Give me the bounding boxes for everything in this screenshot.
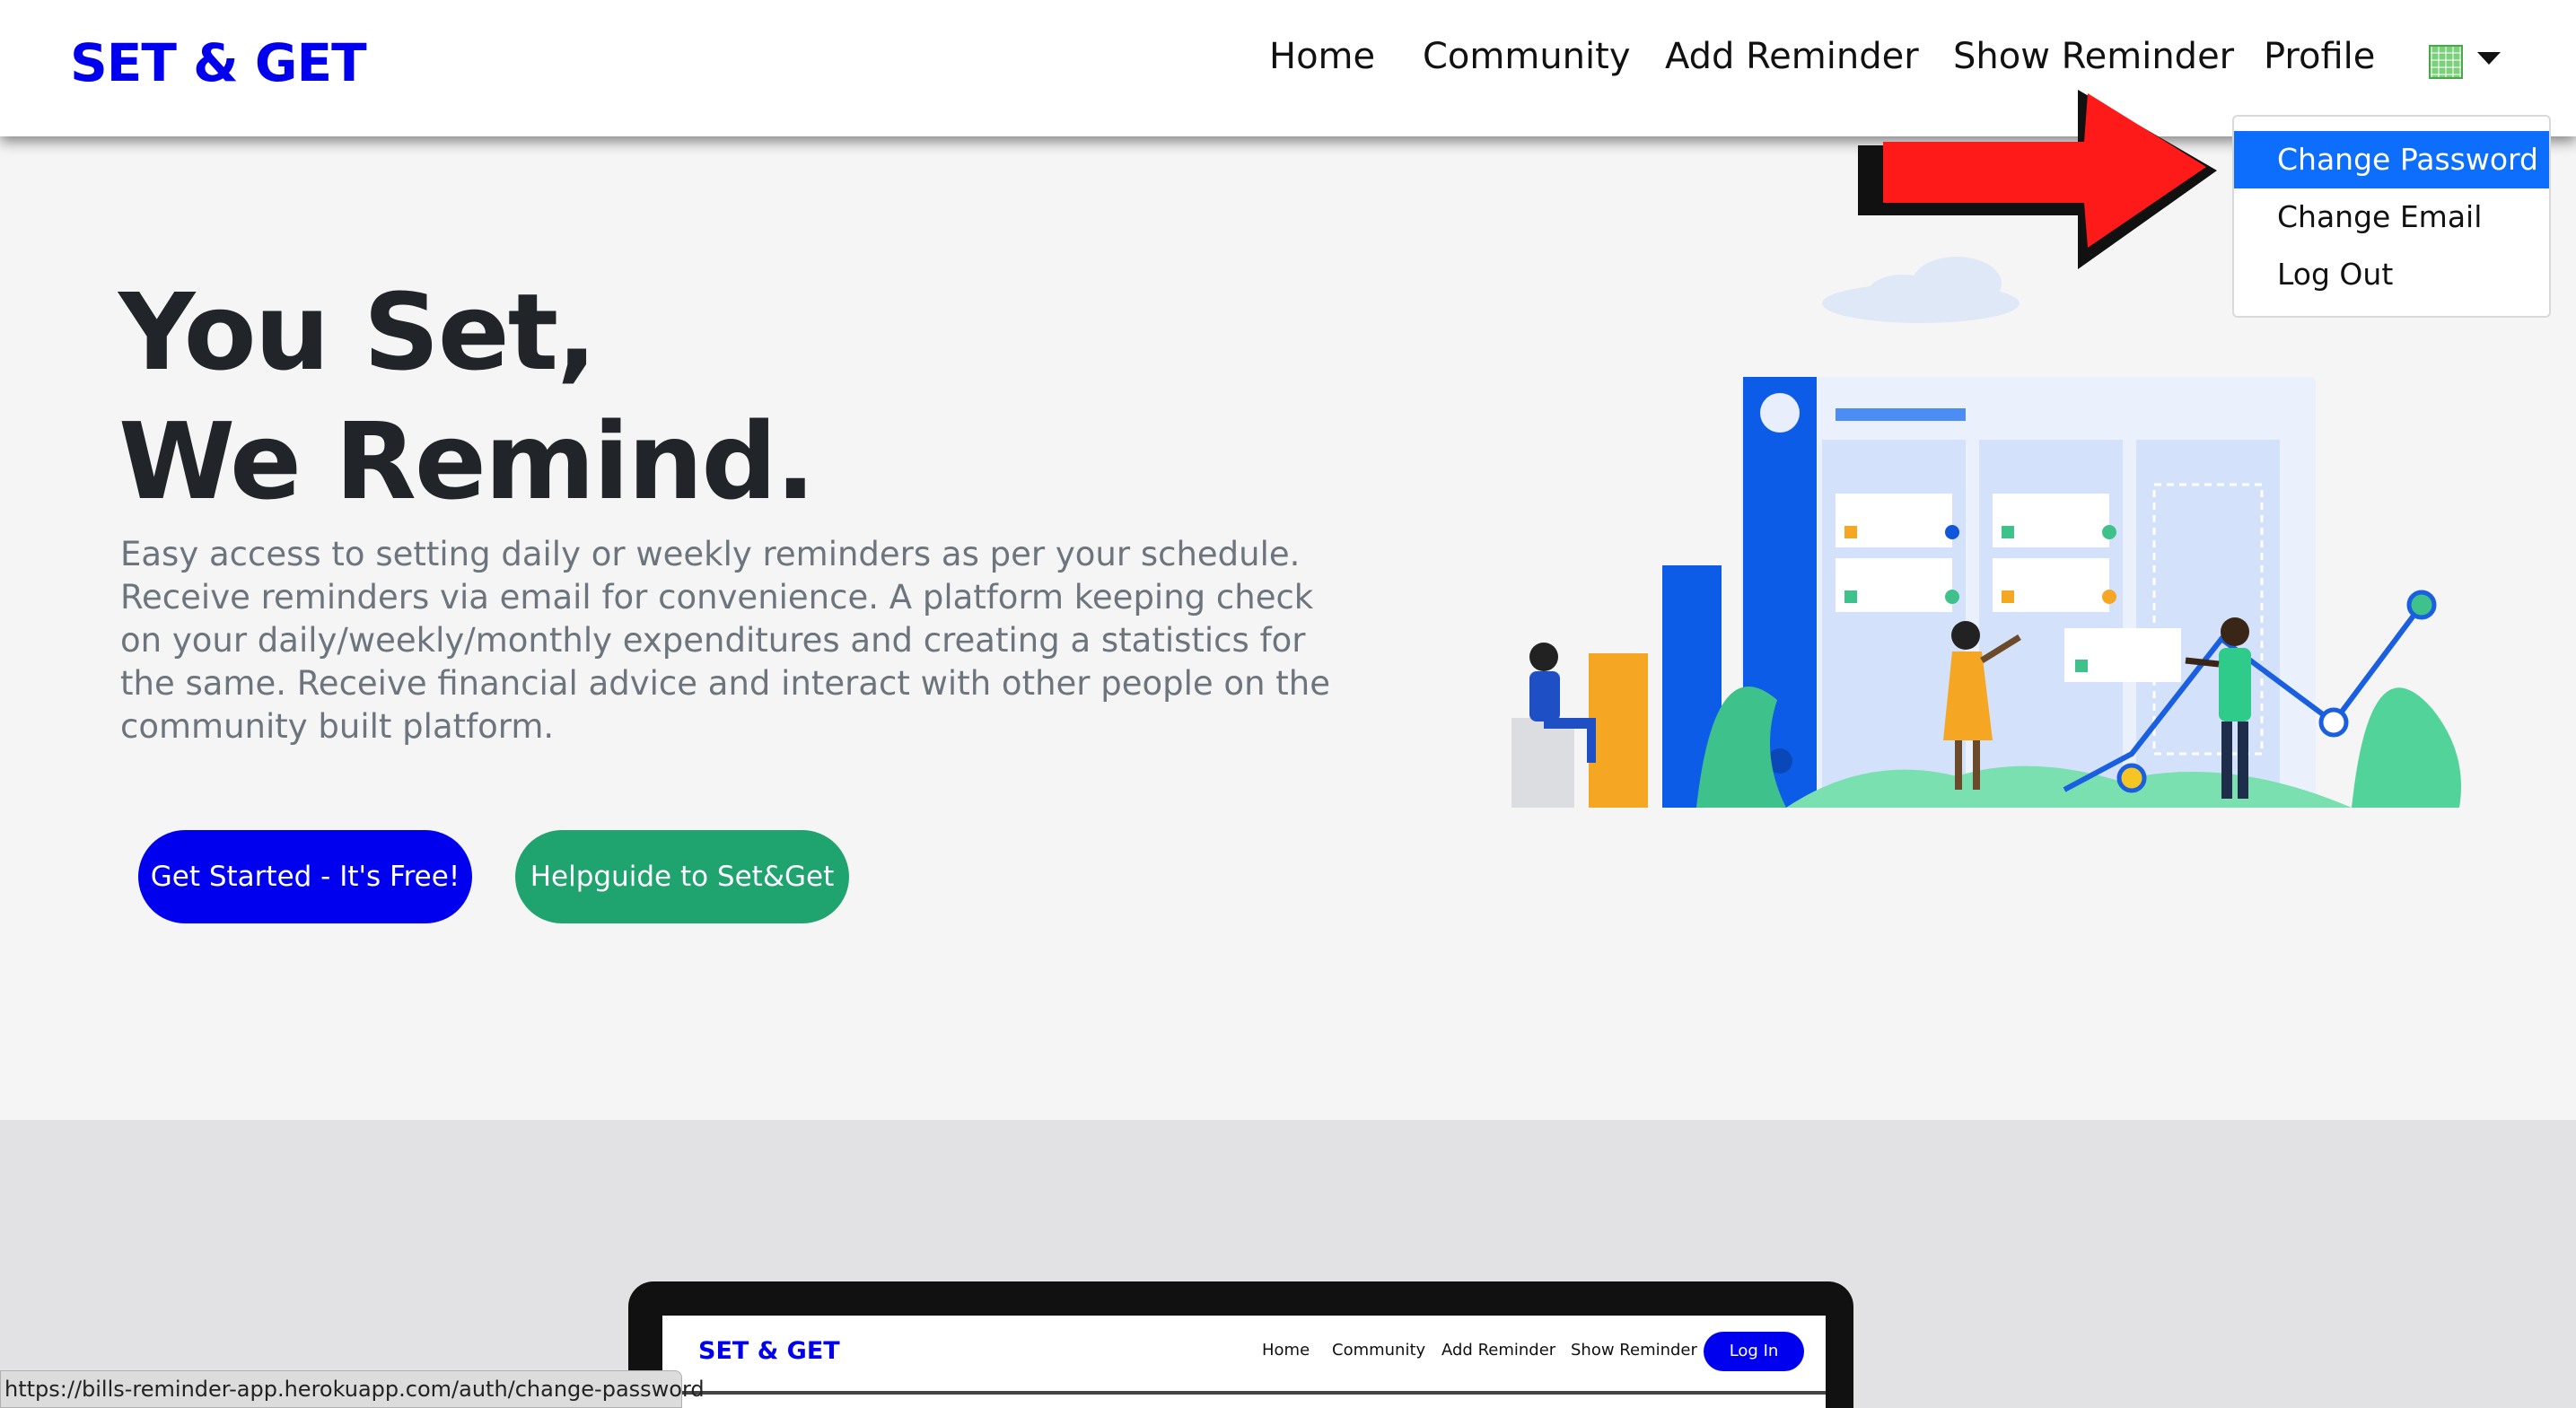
nav-add-reminder[interactable]: Add Reminder: [1665, 36, 1919, 77]
preview-brand: SET & GET: [698, 1337, 840, 1365]
nav-home[interactable]: Home: [1269, 36, 1375, 77]
preview-divider: [662, 1391, 1826, 1395]
preview-nav-add-reminder: Add Reminder: [1441, 1341, 1556, 1360]
caret-down-icon[interactable]: [2477, 52, 2501, 65]
dropdown-item-change-email[interactable]: Change Email: [2234, 188, 2549, 246]
helpguide-button[interactable]: Helpguide to Set&Get: [515, 830, 849, 923]
hero-description: Easy access to setting daily or weekly r…: [120, 535, 1331, 746]
nav-profile[interactable]: Profile: [2264, 36, 2375, 77]
profile-dropdown-menu: Change Password Change Email Log Out: [2232, 115, 2551, 318]
hero-title-line-2: We Remind.: [118, 399, 816, 523]
person-sitting: [1511, 643, 1596, 808]
preview-login-button: Log In: [1704, 1332, 1804, 1371]
nav-show-reminder[interactable]: Show Reminder: [1953, 36, 2234, 77]
red-arrow-annotation: [1858, 90, 2217, 269]
laptop-screen-preview: SET & GET Home Community Add Reminder Sh…: [662, 1316, 1826, 1408]
brand-logo[interactable]: SET & GET: [70, 32, 367, 93]
preview-nav-community: Community: [1332, 1341, 1426, 1360]
preview-nav-home: Home: [1262, 1341, 1310, 1360]
preview-nav-show-reminder: Show Reminder: [1571, 1341, 1697, 1360]
avatar-icon[interactable]: [2429, 45, 2463, 79]
browser-status-bar: https://bills-reminder-app.herokuapp.com…: [0, 1370, 705, 1408]
dropdown-item-log-out[interactable]: Log Out: [2234, 246, 2549, 303]
get-started-button[interactable]: Get Started - It's Free!: [138, 830, 472, 923]
hero-title: You Set, We Remind.: [118, 267, 816, 526]
hero-illustration: [1511, 257, 2461, 808]
nav-community[interactable]: Community: [1423, 36, 1631, 77]
hero-title-line-1: You Set,: [118, 270, 597, 394]
dropdown-item-change-password[interactable]: Change Password: [2234, 131, 2549, 188]
